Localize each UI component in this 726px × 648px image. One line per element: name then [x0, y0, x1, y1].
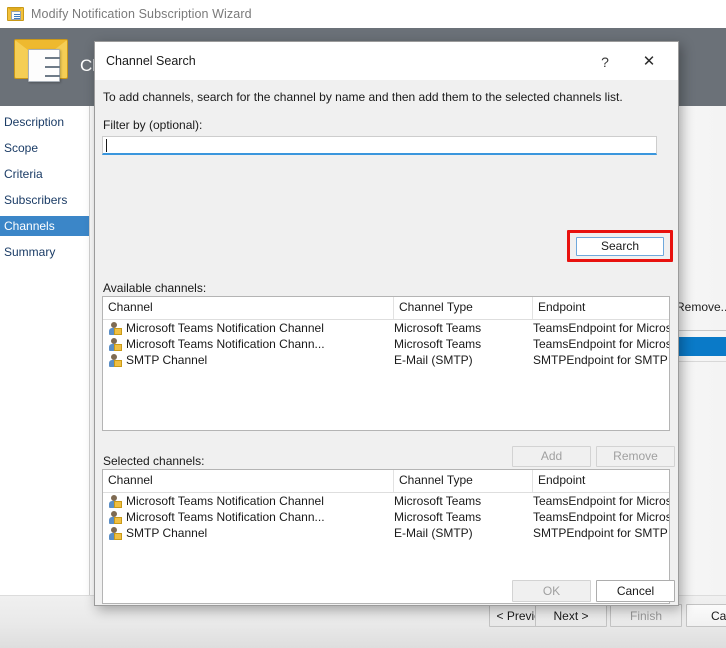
sidebar-item-subscribers[interactable]: Subscribers	[0, 190, 89, 210]
cell-endpoint: TeamsEndpoint for Microsoft Te...	[533, 321, 669, 335]
available-list-header: Channel Channel Type Endpoint	[103, 297, 669, 320]
column-header-endpoint[interactable]: Endpoint	[533, 470, 669, 492]
finish-button: Finish	[610, 604, 682, 627]
cell-channel: Microsoft Teams Notification Channel	[126, 494, 324, 508]
cell-channel: Microsoft Teams Notification Chann...	[126, 510, 325, 524]
background-selected-row[interactable]	[675, 337, 726, 356]
next-button[interactable]: Next >	[535, 604, 607, 627]
cell-endpoint: TeamsEndpoint for Microsoft Te...	[533, 337, 669, 351]
wizard-title: Modify Notification Subscription Wizard	[31, 7, 252, 21]
help-icon[interactable]: ?	[592, 51, 618, 73]
sidebar-item-criteria[interactable]: Criteria	[0, 164, 89, 184]
wizard-titlebar: Modify Notification Subscription Wizard	[0, 0, 726, 28]
wizard-sidebar: Description Scope Criteria Subscribers C…	[0, 106, 90, 595]
selected-list-header: Channel Channel Type Endpoint	[103, 470, 669, 493]
channel-user-icon	[108, 495, 122, 508]
available-channels-label: Available channels:	[103, 281, 207, 295]
envelope-checklist-large-icon	[14, 37, 68, 83]
channel-user-icon	[108, 338, 122, 351]
column-header-channel[interactable]: Channel	[103, 470, 394, 492]
dialog-body: To add channels, search for the channel …	[95, 80, 678, 605]
list-item[interactable]: Microsoft Teams Notification Chann... Mi…	[103, 509, 669, 525]
channel-user-icon	[108, 527, 122, 540]
cell-channel-type: Microsoft Teams	[394, 321, 482, 335]
channel-user-icon	[108, 354, 122, 367]
sidebar-item-channels[interactable]: Channels	[0, 216, 89, 236]
filter-label: Filter by (optional):	[103, 118, 203, 132]
available-channels-list[interactable]: Channel Channel Type Endpoint Microsoft …	[102, 296, 670, 431]
wizard-cancel-button[interactable]: Can	[686, 604, 726, 627]
column-header-endpoint[interactable]: Endpoint	[533, 297, 669, 319]
cell-channel: Microsoft Teams Notification Channel	[126, 321, 324, 335]
dialog-titlebar: Channel Search ? ✕	[95, 42, 678, 80]
list-item[interactable]: SMTP Channel E-Mail (SMTP) SMTPEndpoint …	[103, 352, 669, 368]
cell-channel: SMTP Channel	[126, 526, 208, 540]
list-item[interactable]: Microsoft Teams Notification Channel Mic…	[103, 320, 669, 336]
cell-endpoint: TeamsEndpoint for Microsoft Te...	[533, 510, 669, 524]
background-list-divider	[675, 330, 726, 331]
background-list-divider-lower	[675, 361, 726, 362]
cancel-button[interactable]: Cancel	[596, 580, 675, 602]
background-remove-button[interactable]: Remove...	[673, 296, 726, 318]
dialog-title: Channel Search	[106, 54, 196, 68]
sidebar-item-summary[interactable]: Summary	[0, 242, 89, 262]
close-icon[interactable]: ✕	[634, 51, 664, 73]
cell-channel-type: Microsoft Teams	[394, 494, 482, 508]
column-header-channel-type[interactable]: Channel Type	[394, 297, 533, 319]
sidebar-item-description[interactable]: Description	[0, 112, 89, 132]
sidebar-item-scope[interactable]: Scope	[0, 138, 89, 158]
cell-endpoint: SMTPEndpoint for SMTP Channel	[533, 353, 669, 367]
cell-channel-type: E-Mail (SMTP)	[394, 353, 473, 367]
cell-channel: Microsoft Teams Notification Chann...	[126, 337, 325, 351]
channel-user-icon	[108, 511, 122, 524]
dialog-instruction-text: To add channels, search for the channel …	[103, 90, 623, 104]
cell-endpoint: TeamsEndpoint for Microsoft Te...	[533, 494, 669, 508]
channel-search-dialog: Channel Search ? ✕ To add channels, sear…	[94, 41, 679, 606]
text-caret	[106, 139, 107, 152]
cell-endpoint: SMTPEndpoint for SMTP Channel	[533, 526, 669, 540]
ok-button: OK	[512, 580, 591, 602]
search-button[interactable]: Search	[576, 237, 664, 256]
cell-channel-type: Microsoft Teams	[394, 510, 482, 524]
cell-channel-type: E-Mail (SMTP)	[394, 526, 473, 540]
envelope-checklist-icon	[7, 7, 24, 21]
remove-channel-button: Remove	[596, 446, 675, 467]
wizard-header-icon	[14, 37, 68, 83]
column-header-channel[interactable]: Channel	[103, 297, 394, 319]
column-header-channel-type[interactable]: Channel Type	[394, 470, 533, 492]
filter-input[interactable]	[102, 136, 657, 155]
add-button: Add	[512, 446, 591, 467]
list-item[interactable]: SMTP Channel E-Mail (SMTP) SMTPEndpoint …	[103, 525, 669, 541]
channel-user-icon	[108, 322, 122, 335]
list-item[interactable]: Microsoft Teams Notification Channel Mic…	[103, 493, 669, 509]
cell-channel: SMTP Channel	[126, 353, 208, 367]
list-item[interactable]: Microsoft Teams Notification Chann... Mi…	[103, 336, 669, 352]
selected-channels-label: Selected channels:	[103, 454, 205, 468]
cell-channel-type: Microsoft Teams	[394, 337, 482, 351]
